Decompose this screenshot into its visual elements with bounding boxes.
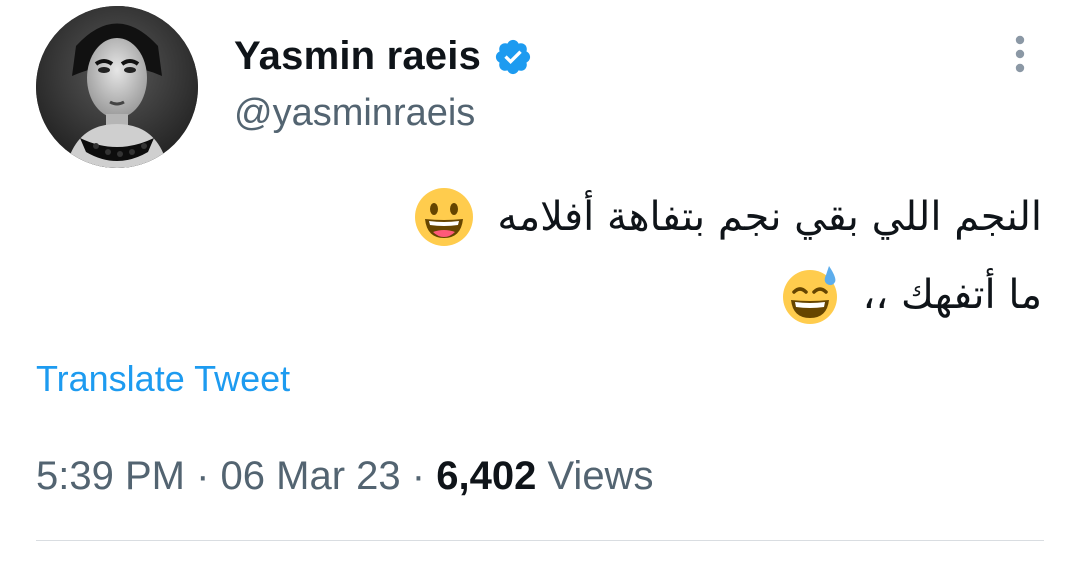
display-name-text[interactable]: Yasmin raeis — [234, 34, 481, 79]
divider — [36, 540, 1044, 541]
avatar[interactable] — [36, 6, 198, 168]
avatar-image — [36, 6, 198, 168]
tweet-line: النجم اللي بقي نجم بتفاهة أفلامه — [282, 178, 1042, 256]
more-vertical-icon[interactable] — [1004, 32, 1036, 76]
views-count[interactable]: 6,402 — [436, 454, 536, 498]
author-handle[interactable]: @yasminraeis — [234, 92, 475, 135]
translate-tweet-link[interactable]: Translate Tweet — [36, 358, 290, 400]
author-display-name[interactable]: Yasmin raeis — [234, 34, 533, 79]
tweet-text: النجم اللي بقي نجم بتفاهة أفلامه ما أتفه… — [282, 178, 1042, 334]
tweet-line-text: ما أتفهك ،، — [862, 272, 1043, 318]
grinning-face-icon — [413, 186, 475, 248]
tweet-meta: 5:39 PM · 06 Mar 23 · 6,402 Views — [36, 454, 653, 499]
views-label: Views — [547, 454, 654, 498]
tweet-date[interactable]: 06 Mar 23 — [221, 454, 401, 498]
verified-badge-icon[interactable] — [493, 37, 533, 77]
meta-separator: · — [411, 454, 426, 498]
tweet-time[interactable]: 5:39 PM — [36, 454, 185, 498]
tweet-line-text: النجم اللي بقي نجم بتفاهة أفلامه — [497, 194, 1042, 240]
grinning-face-with-sweat-icon — [779, 264, 841, 326]
meta-separator: · — [196, 454, 210, 498]
tweet-line: ما أتفهك ،، — [282, 256, 1042, 334]
